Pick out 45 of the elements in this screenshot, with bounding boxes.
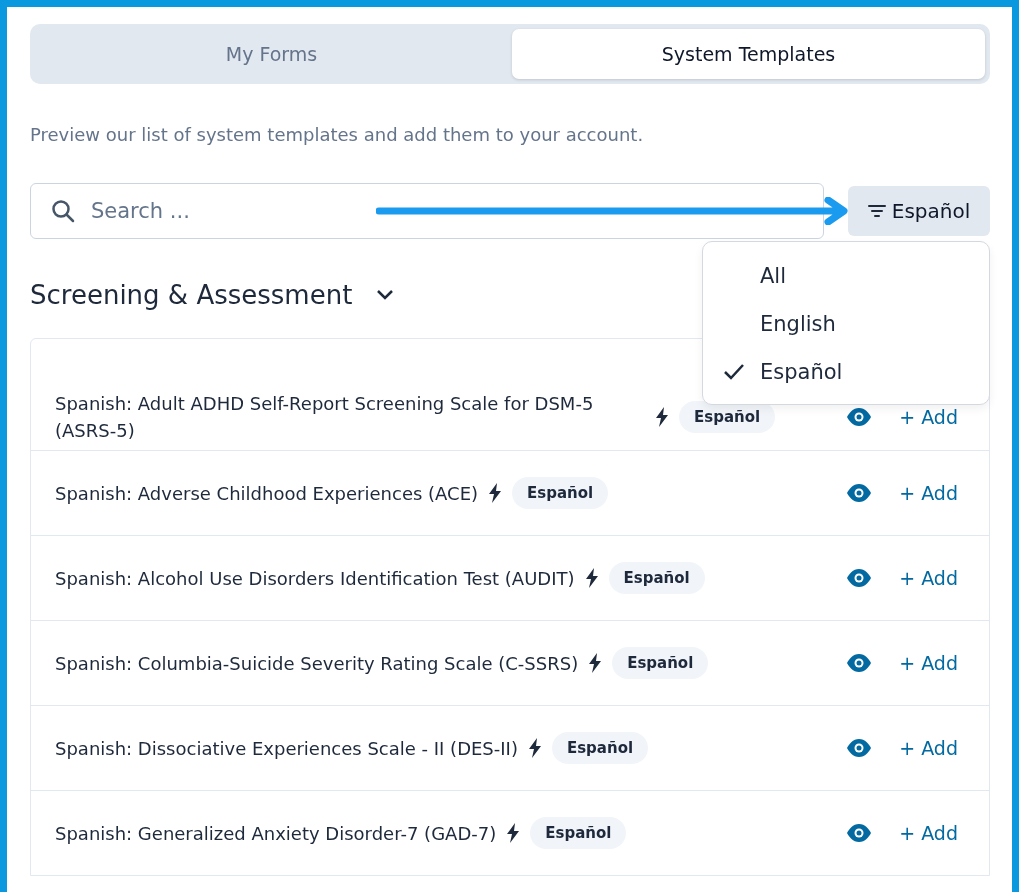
view-icon[interactable] xyxy=(847,824,872,842)
template-title: Spanish: Generalized Anxiety Disorder-7 (GAD-7) xyxy=(55,821,497,846)
lightning-icon xyxy=(488,483,503,503)
view-icon[interactable] xyxy=(847,484,872,502)
lightning-icon xyxy=(588,653,603,673)
tab[interactable]: System Templates xyxy=(512,29,985,79)
add-link[interactable]: + Add xyxy=(899,482,958,504)
language-tag: Español xyxy=(612,647,709,679)
tab[interactable]: My Forms xyxy=(35,29,508,79)
add-link[interactable]: + Add xyxy=(899,822,958,844)
add-link[interactable]: + Add xyxy=(899,567,958,589)
filter-icon xyxy=(867,204,886,218)
section-title: Screening & Assessment xyxy=(30,280,353,310)
view-icon[interactable] xyxy=(847,407,872,426)
description-text: Preview our list of system templates and add them to your account. xyxy=(30,124,645,145)
search-icon xyxy=(51,199,75,223)
view-icon[interactable] xyxy=(847,569,872,587)
chevron-icon[interactable] xyxy=(376,289,395,301)
menu-item-label: All xyxy=(760,264,787,288)
lightning-icon xyxy=(527,738,542,758)
view-icon[interactable] xyxy=(847,739,872,757)
template-title: Spanish: Columbia-Suicide Severity Rating Scale (C-SSRS) xyxy=(55,651,579,676)
menu-item[interactable]: All xyxy=(703,252,989,300)
language-tag: Español xyxy=(551,732,649,764)
template-title: Spanish: Alcohol Use Disorders Identification Test (AUDIT) xyxy=(55,566,575,591)
template-title: Spanish: Dissociative Experiences Scale - II (DES-II) xyxy=(55,736,518,761)
menu-item[interactable]: Español xyxy=(703,348,989,396)
language-tag: Español xyxy=(530,817,627,849)
add-link[interactable]: + Add xyxy=(899,737,958,759)
menu-item-label: Español xyxy=(760,360,843,384)
language-tag: Español xyxy=(512,477,609,509)
language-tag: Español xyxy=(608,562,705,594)
menu-item-label: English xyxy=(760,312,836,336)
menu-item[interactable]: English xyxy=(703,300,989,348)
language-filter-button[interactable]: Español xyxy=(848,186,990,236)
search-field[interactable]: Search ... xyxy=(30,183,824,239)
lightning-icon xyxy=(584,568,599,588)
add-link[interactable]: + Add xyxy=(899,652,958,674)
lightning-icon xyxy=(506,823,521,843)
search-input[interactable]: Search ... xyxy=(89,198,807,224)
lightning-icon xyxy=(655,406,669,427)
template-title: Spanish: Adult ADHD Self-Report Screening Scale for DSM-5 (ASRS-5) xyxy=(55,391,595,443)
add-link[interactable]: + Add xyxy=(899,405,958,428)
template-title: Spanish: Adverse Childhood Experiences (ACE) xyxy=(55,481,479,506)
view-icon[interactable] xyxy=(847,654,872,672)
